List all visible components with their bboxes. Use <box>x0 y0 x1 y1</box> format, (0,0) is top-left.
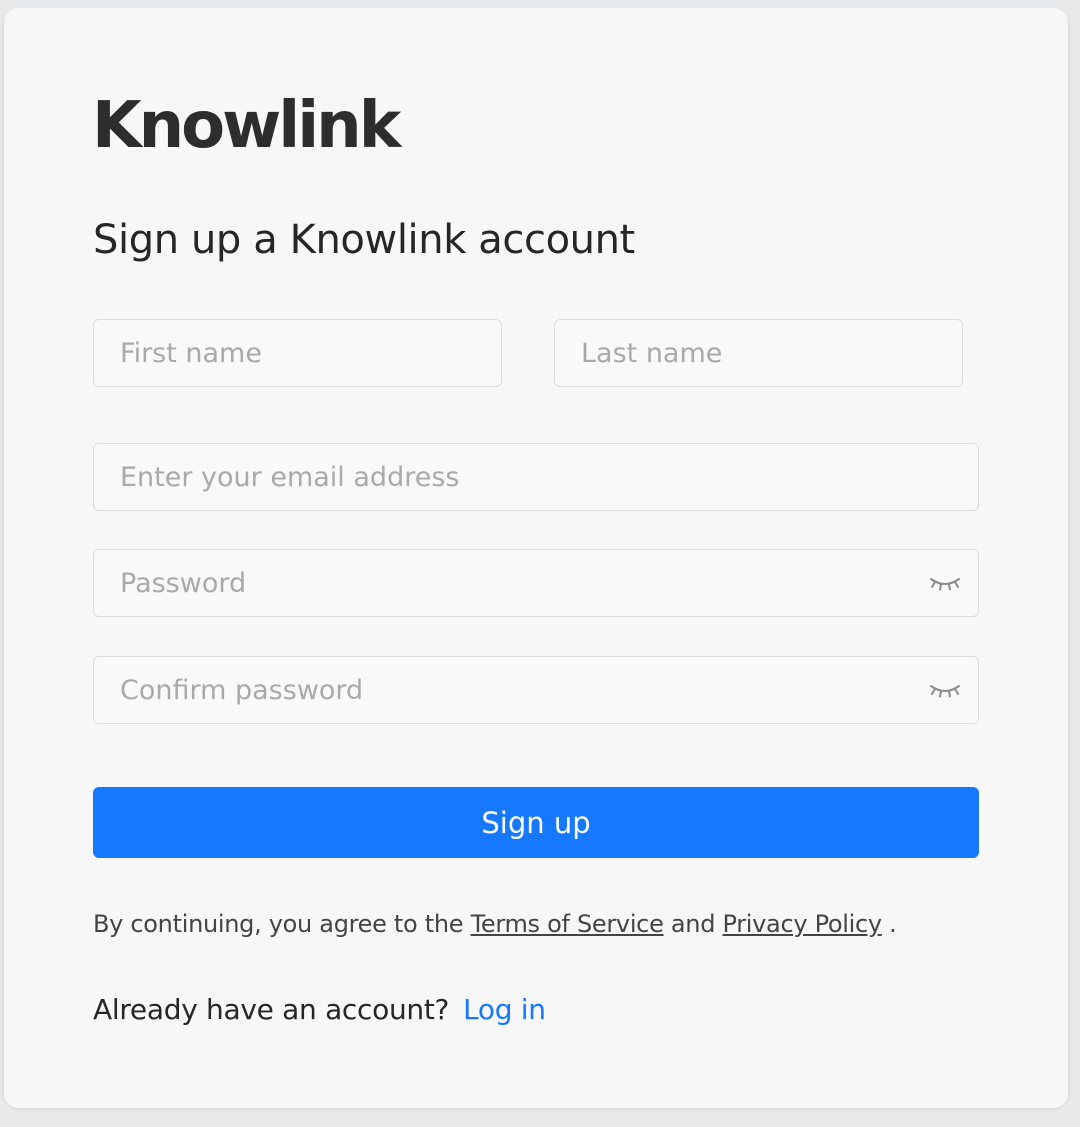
sign-up-button[interactable]: Sign up <box>93 787 979 858</box>
signup-card: Knowlink Sign up a Knowlink account Sign… <box>4 8 1068 1108</box>
password-input[interactable] <box>94 550 978 616</box>
page-title: Sign up a Knowlink account <box>93 217 635 263</box>
email-field <box>93 443 979 511</box>
login-prompt-text: Already have an account? <box>93 993 450 1026</box>
password-field <box>93 549 979 617</box>
terms-notice: By continuing, you agree to the Terms of… <box>93 910 897 938</box>
email-input[interactable] <box>94 444 978 510</box>
first-name-input[interactable] <box>94 320 501 386</box>
confirm-password-input[interactable] <box>94 657 978 723</box>
last-name-field <box>554 319 963 387</box>
knowlink-logo: Knowlink <box>92 89 401 163</box>
terms-suffix: . <box>881 910 897 938</box>
log-in-link[interactable]: Log in <box>463 993 546 1026</box>
first-name-field <box>93 319 502 387</box>
terms-of-service-link[interactable]: Terms of Service <box>471 910 664 938</box>
privacy-policy-link[interactable]: Privacy Policy <box>722 910 882 938</box>
last-name-input[interactable] <box>555 320 962 386</box>
eye-closed-icon[interactable] <box>928 677 962 703</box>
terms-prefix: By continuing, you agree to the <box>93 910 471 938</box>
login-prompt: Already have an account? Log in <box>93 993 546 1026</box>
eye-closed-icon[interactable] <box>928 570 962 596</box>
terms-middle: and <box>663 910 723 938</box>
confirm-password-field <box>93 656 979 724</box>
